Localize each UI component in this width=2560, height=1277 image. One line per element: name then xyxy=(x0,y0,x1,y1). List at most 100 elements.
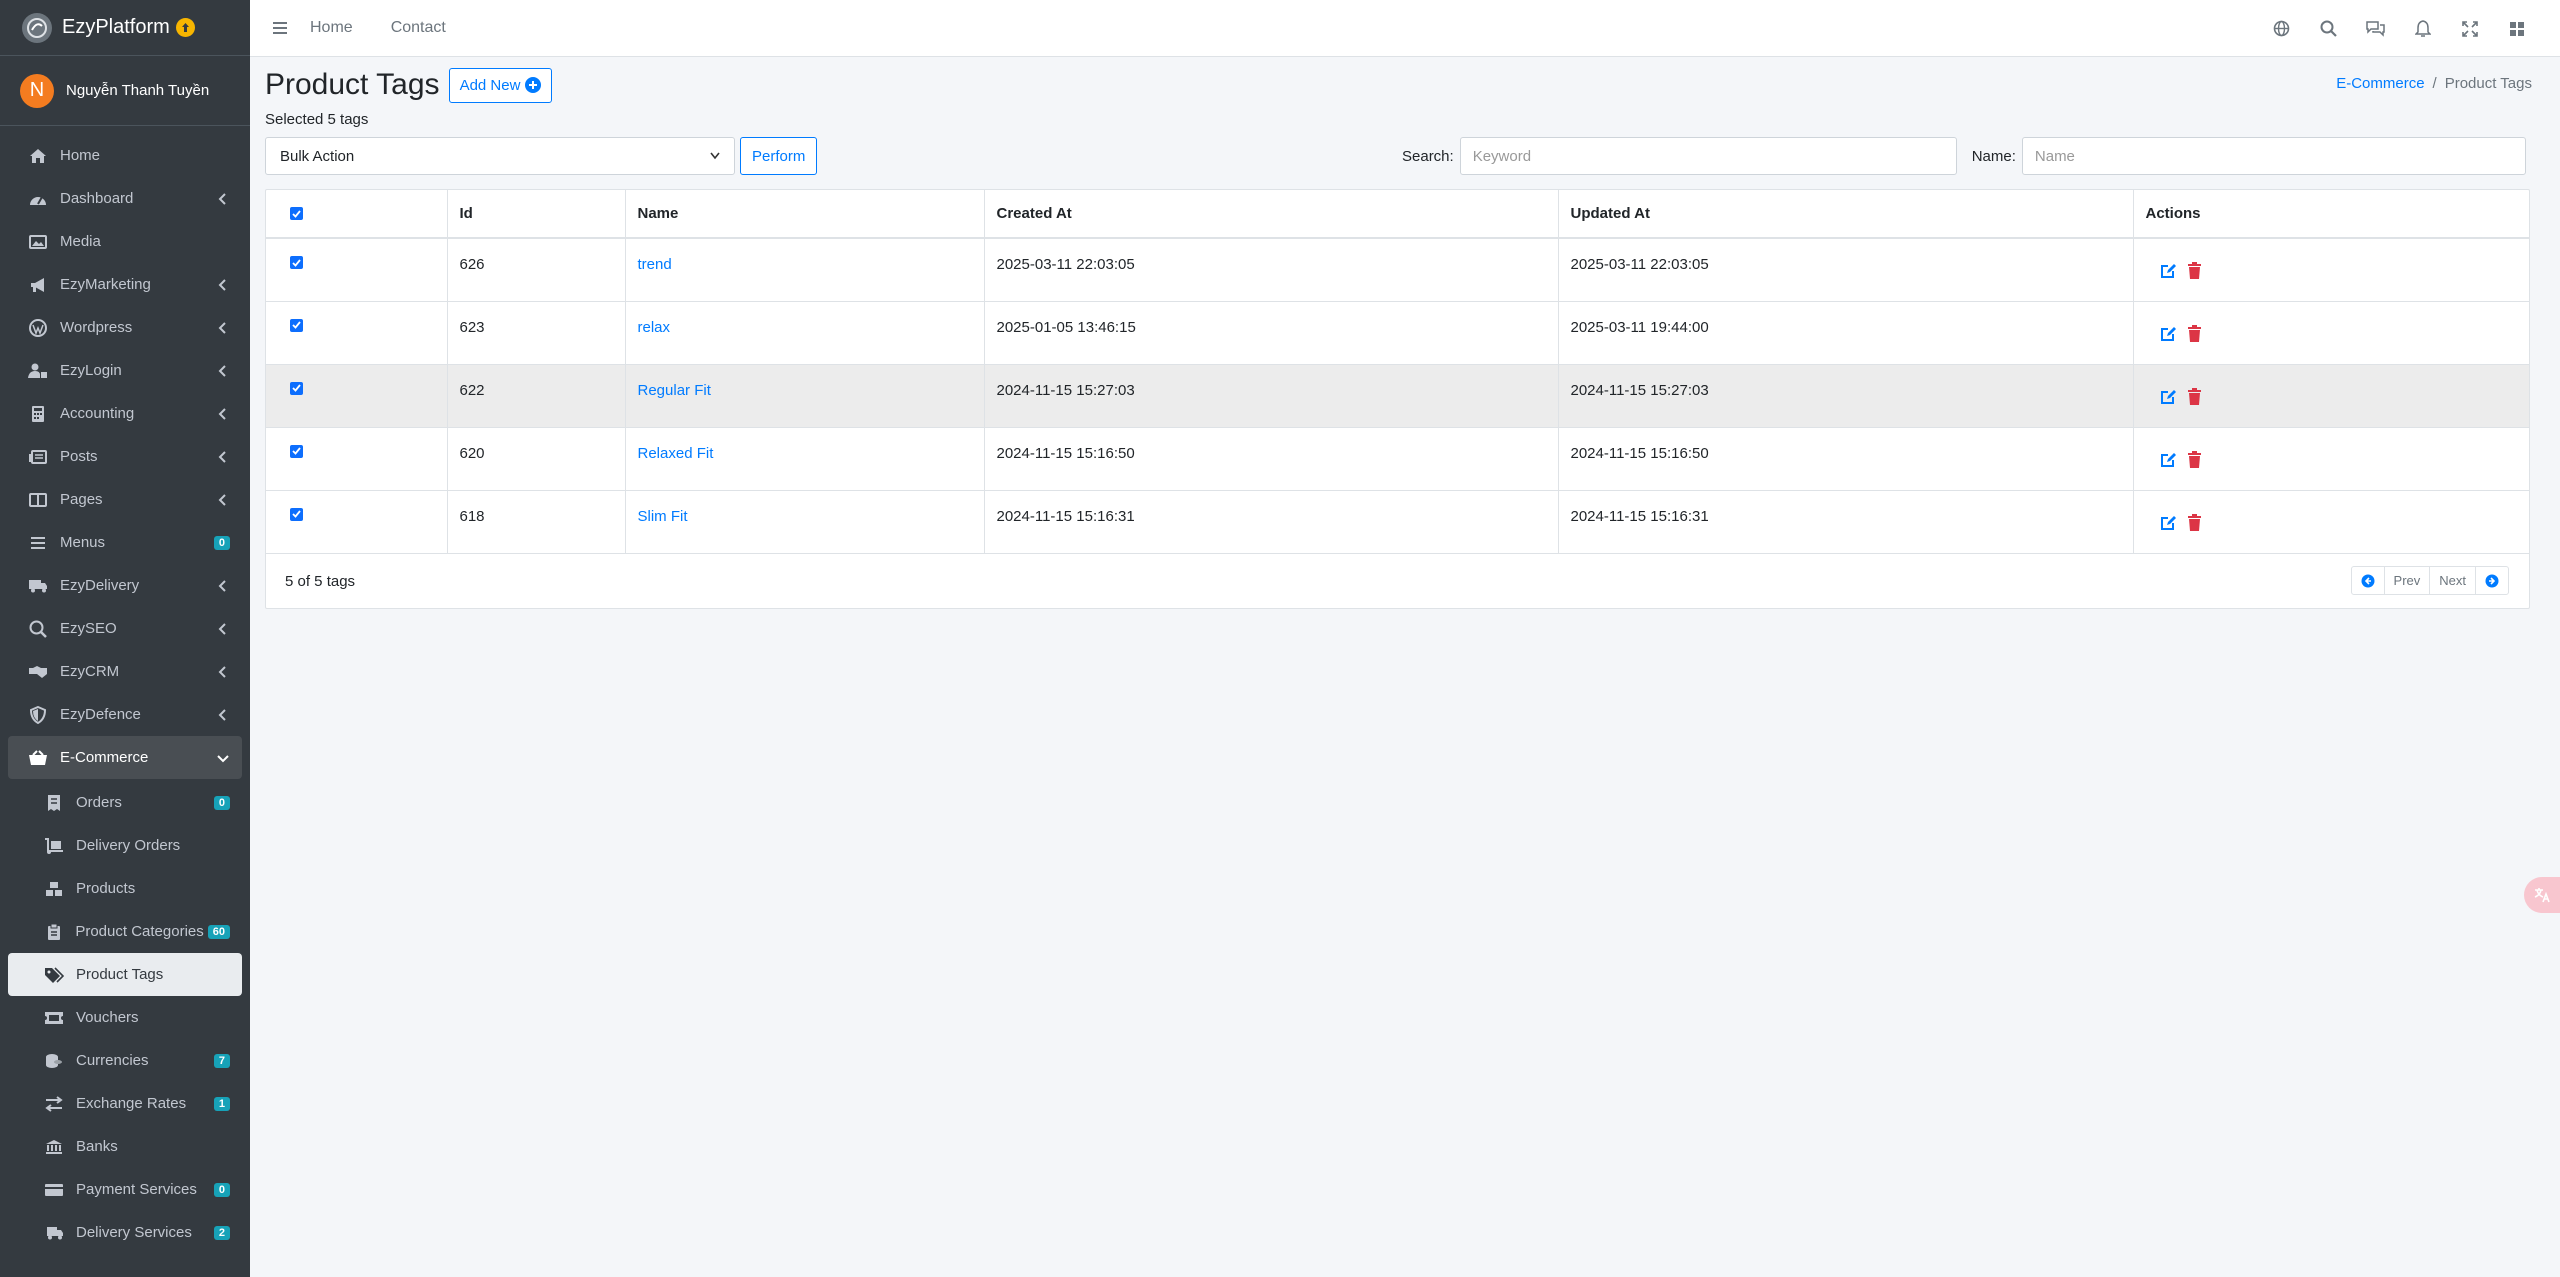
first-page-icon[interactable] xyxy=(2352,567,2385,594)
sidebar-item-home[interactable]: Home xyxy=(8,134,242,177)
topbar-home-link[interactable]: Home xyxy=(310,19,353,37)
cell-updated-at: 2024-11-15 15:27:03 xyxy=(1558,363,2134,427)
select-all-checkbox[interactable] xyxy=(290,207,303,220)
sidebar-item-label: Vouchers xyxy=(76,1009,139,1026)
column-header-created-at[interactable]: Created At xyxy=(984,190,1559,239)
sidebar-item-vouchers[interactable]: Vouchers xyxy=(8,996,242,1039)
user-panel[interactable]: N Nguyễn Thanh Tuyền xyxy=(0,56,250,126)
sidebar-item-label: Pages xyxy=(60,491,103,508)
cell-updated-at: 2025-03-11 19:44:00 xyxy=(1558,300,2134,364)
sidebar-item-product-categories[interactable]: Product Categories 60 xyxy=(8,910,242,953)
topbar-contact-link[interactable]: Contact xyxy=(391,19,446,37)
last-page-icon[interactable] xyxy=(2476,567,2508,594)
bulk-action-select[interactable]: Bulk Action xyxy=(265,137,735,175)
sidebar-item-media[interactable]: Media xyxy=(8,220,242,263)
sidebar-item-ezyseo[interactable]: EzySEO xyxy=(8,607,242,650)
sidebar-item-label: Dashboard xyxy=(60,190,134,207)
edit-icon[interactable] xyxy=(2159,325,2177,342)
sidebar-item-pages[interactable]: Pages xyxy=(8,478,242,521)
name-filter-input[interactable]: Name xyxy=(2021,137,2526,175)
sidebar-item-ecommerce[interactable]: E-Commerce xyxy=(8,736,242,779)
chevron-left-icon xyxy=(218,192,226,205)
sidebar-item-currencies[interactable]: Currencies 7 xyxy=(8,1039,242,1082)
select-all-header xyxy=(266,190,448,239)
trash-icon[interactable] xyxy=(2187,450,2202,468)
cell-created-at: 2024-11-15 15:16:50 xyxy=(984,426,1559,490)
currencies-badge: 7 xyxy=(213,1053,230,1068)
brand[interactable]: EzyPlatform xyxy=(0,0,250,56)
trash-icon[interactable] xyxy=(2187,387,2202,405)
row-checkbox[interactable] xyxy=(290,318,303,332)
language-globe-icon[interactable] xyxy=(2258,0,2305,57)
sidebar-item-dashboard[interactable]: Dashboard xyxy=(8,177,242,220)
sidebar-item-label: Payment Services xyxy=(76,1181,197,1198)
cell-id: 626 xyxy=(447,237,626,301)
trash-icon[interactable] xyxy=(2187,513,2202,531)
messages-icon[interactable] xyxy=(2352,0,2399,57)
prev-page-button[interactable]: Prev xyxy=(2385,567,2431,594)
edit-icon[interactable] xyxy=(2159,451,2177,468)
sidebar-item-payment-services[interactable]: Payment Services 0 xyxy=(8,1168,242,1211)
sidebar-item-banks[interactable]: Banks xyxy=(8,1125,242,1168)
column-header-updated-at[interactable]: Updated At xyxy=(1558,190,2134,239)
row-select-cell xyxy=(266,363,448,427)
sidebar-item-delivery-services[interactable]: Delivery Services 2 xyxy=(8,1211,242,1254)
tag-name-link[interactable]: relax xyxy=(638,319,671,336)
sidebar-item-ezylogin[interactable]: EzyLogin xyxy=(8,349,242,392)
sidebar-item-ezymarketing[interactable]: EzyMarketing xyxy=(8,263,242,306)
sidebar-item-menus[interactable]: Menus 0 xyxy=(8,521,242,564)
cell-updated-at: 2025-03-11 22:03:05 xyxy=(1558,237,2134,301)
tag-name-link[interactable]: Relaxed Fit xyxy=(638,445,714,462)
trash-icon[interactable] xyxy=(2187,324,2202,342)
bell-icon[interactable] xyxy=(2399,0,2446,57)
edit-icon[interactable] xyxy=(2159,262,2177,279)
cell-id: 622 xyxy=(447,363,626,427)
sidebar-item-ezycrm[interactable]: EzyCRM xyxy=(8,650,242,693)
sidebar-item-wordpress[interactable]: Wordpress xyxy=(8,306,242,349)
sidebar-item-ezydelivery[interactable]: EzyDelivery xyxy=(8,564,242,607)
sidebar-item-delivery-orders[interactable]: Delivery Orders xyxy=(8,824,242,867)
coins-icon xyxy=(42,1051,66,1071)
translate-widget-icon[interactable] xyxy=(2524,877,2560,913)
grid-apps-icon[interactable] xyxy=(2493,0,2540,57)
keyword-search-input[interactable]: Keyword xyxy=(1459,137,1957,175)
pagination: Prev Next xyxy=(2350,566,2509,595)
row-checkbox[interactable] xyxy=(290,256,303,269)
column-header-actions: Actions xyxy=(2133,190,2529,239)
sidebar-item-product-tags[interactable]: Product Tags xyxy=(8,953,242,996)
edit-icon[interactable] xyxy=(2159,514,2177,531)
upgrade-icon[interactable] xyxy=(175,18,195,37)
row-checkbox[interactable] xyxy=(290,444,303,458)
tag-name-link[interactable]: trend xyxy=(638,256,672,273)
sidebar-item-exchange-rates[interactable]: Exchange Rates 1 xyxy=(8,1082,242,1125)
breadcrumb-ecommerce-link[interactable]: E-Commerce xyxy=(2336,75,2424,92)
user-name: Nguyễn Thanh Tuyền xyxy=(66,82,210,99)
perform-button[interactable]: Perform xyxy=(740,137,818,175)
column-header-name[interactable]: Name xyxy=(625,190,985,239)
search-icon[interactable] xyxy=(2305,0,2352,57)
tag-name-link[interactable]: Slim Fit xyxy=(638,508,688,525)
name-label: Name: xyxy=(1971,147,2016,165)
add-new-button[interactable]: Add New xyxy=(448,67,553,103)
edit-icon[interactable] xyxy=(2159,388,2177,405)
chevron-left-icon xyxy=(218,321,226,334)
cell-name: Relaxed Fit xyxy=(625,426,985,490)
sidebar-item-products[interactable]: Products xyxy=(8,867,242,910)
chevron-left-icon xyxy=(218,622,226,635)
fullscreen-icon[interactable] xyxy=(2446,0,2493,57)
sidebar-item-accounting[interactable]: Accounting xyxy=(8,392,242,435)
sidebar: EzyPlatform N Nguyễn Thanh Tuyền Home Da… xyxy=(0,0,250,1277)
next-page-button[interactable]: Next xyxy=(2430,567,2476,594)
sidebar-item-label: Exchange Rates xyxy=(76,1095,187,1112)
column-header-id[interactable]: Id xyxy=(447,190,626,239)
sidebar-item-ezydefence[interactable]: EzyDefence xyxy=(8,693,242,736)
sidebar-item-posts[interactable]: Posts xyxy=(8,435,242,478)
cell-id: 623 xyxy=(447,300,626,364)
tag-name-link[interactable]: Regular Fit xyxy=(638,382,711,399)
row-checkbox[interactable] xyxy=(290,507,303,521)
trash-icon[interactable] xyxy=(2187,262,2202,279)
cell-updated-at: 2024-11-15 15:16:31 xyxy=(1558,489,2134,553)
sidebar-item-orders[interactable]: Orders 0 xyxy=(8,781,242,824)
sidebar-toggle-button[interactable] xyxy=(250,0,310,57)
row-checkbox[interactable] xyxy=(290,381,303,395)
